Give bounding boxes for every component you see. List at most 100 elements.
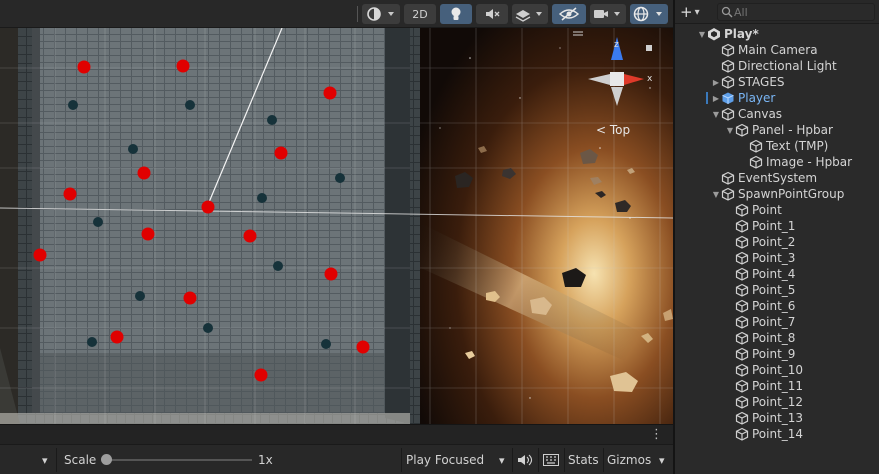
stats-button[interactable]: Stats	[568, 445, 599, 474]
scale-slider-handle[interactable]	[101, 454, 112, 465]
hierarchy-item[interactable]: Point_10	[675, 362, 879, 378]
hierarchy-item-label: Directional Light	[738, 59, 837, 73]
hierarchy-item-label: Point_3	[752, 251, 796, 265]
hierarchy-tree: ▼ Play* Main Camera Directional Light ▶ STAGE…	[675, 24, 879, 474]
expand-arrow-icon[interactable]: ▼	[697, 30, 707, 39]
hierarchy-item[interactable]: ▼ Play*	[675, 26, 879, 42]
game-view-toolbar: ▾ Scale 1x Play Focused ▾ Stats Gizmos ▾	[0, 444, 673, 474]
gameobject-cube-icon	[721, 171, 735, 185]
more-options-icon[interactable]: ⋮	[650, 427, 663, 442]
display-dropdown[interactable]: ▾	[0, 445, 56, 474]
gameobject-cube-icon	[735, 219, 749, 233]
gizmos-dropdown-scene[interactable]	[630, 4, 668, 24]
scale-label: Scale	[64, 453, 97, 467]
hierarchy-item[interactable]: Point_6	[675, 298, 879, 314]
hierarchy-search-field[interactable]	[717, 3, 875, 21]
gameobject-cube-icon	[735, 331, 749, 345]
scene-visibility-toggle[interactable]	[552, 4, 586, 24]
hierarchy-item[interactable]: ▶ Player	[675, 90, 879, 106]
expand-arrow-icon[interactable]: ▼	[711, 190, 721, 199]
hierarchy-item-label: Point	[752, 203, 782, 217]
hierarchy-item[interactable]: Point	[675, 202, 879, 218]
hierarchy-item[interactable]: ▼ Panel - Hpbar	[675, 122, 879, 138]
collapse-arrow-icon[interactable]: ▶	[711, 94, 721, 103]
hierarchy-item[interactable]: ▼ SpawnPointGroup	[675, 186, 879, 202]
mute-audio-button[interactable]	[517, 445, 535, 474]
hierarchy-item[interactable]: Point_5	[675, 282, 879, 298]
hierarchy-item[interactable]: Point_12	[675, 394, 879, 410]
hierarchy-item[interactable]: Point_11	[675, 378, 879, 394]
hierarchy-item-label: Point_11	[752, 379, 804, 393]
hierarchy-item-label: Player	[738, 91, 776, 105]
camera-icon	[594, 10, 620, 18]
hierarchy-item-label: Point_4	[752, 267, 796, 281]
hierarchy-item[interactable]: Image - Hpbar	[675, 154, 879, 170]
hierarchy-item[interactable]: Text (TMP)	[675, 138, 879, 154]
effects-dropdown[interactable]	[512, 4, 548, 24]
gameobject-cube-icon	[735, 123, 749, 137]
hierarchy-item[interactable]: Main Camera	[675, 42, 879, 58]
arena-floor	[40, 28, 385, 353]
draw-mode-button[interactable]	[362, 4, 400, 24]
hierarchy-item-label: Canvas	[738, 107, 783, 121]
hierarchy-item[interactable]: Point_7	[675, 314, 879, 330]
hierarchy-item-label: Point_6	[752, 299, 796, 313]
hierarchy-item-label: Text (TMP)	[766, 139, 829, 153]
hierarchy-item-label: Point_13	[752, 411, 804, 425]
prefab-cube-icon	[721, 91, 735, 105]
scene-viewport[interactable]: z x < Top	[0, 28, 673, 424]
mode-2d-toggle[interactable]: 2D	[404, 4, 436, 24]
hierarchy-item-label: Play*	[724, 27, 759, 41]
chevron-down-icon: ▾	[499, 453, 505, 467]
hierarchy-item[interactable]: Point_4	[675, 266, 879, 282]
gameobject-cube-icon	[735, 315, 749, 329]
hierarchy-item[interactable]: EventSystem	[675, 170, 879, 186]
hierarchy-item[interactable]: Point_8	[675, 330, 879, 346]
hierarchy-item[interactable]: Point_13	[675, 410, 879, 426]
scene-view-panel: 2D z x < Top ⋮ ▾ Scale 1x Play Focused ▾…	[0, 0, 673, 474]
gameobject-cube-icon	[735, 267, 749, 281]
gizmos-dropdown[interactable]: Gizmos ▾	[607, 445, 669, 474]
visibility-eye-icon	[559, 7, 579, 21]
orientation-gizmo[interactable]: z x < Top	[568, 28, 668, 148]
hierarchy-item-label: Point_12	[752, 395, 804, 409]
hierarchy-item[interactable]: Point_3	[675, 250, 879, 266]
hierarchy-item-label: SpawnPointGroup	[738, 187, 845, 201]
toolbar-divider	[401, 448, 402, 472]
add-icon: +	[680, 3, 693, 21]
scale-slider-track[interactable]	[104, 459, 252, 461]
toolbar-divider	[56, 448, 57, 472]
scene-toolbar: 2D	[0, 0, 673, 28]
play-mode-dropdown[interactable]: Play Focused ▾	[406, 445, 512, 474]
scene-lighting-toggle[interactable]	[440, 4, 472, 24]
gameobject-cube-icon	[721, 107, 735, 121]
shading-mode-icon	[367, 7, 394, 21]
hierarchy-item[interactable]: Point_14	[675, 426, 879, 442]
gameobject-cube-icon	[735, 379, 749, 393]
expand-arrow-icon[interactable]: ▼	[725, 126, 735, 135]
layers-effects-icon	[515, 10, 542, 22]
camera-settings-dropdown[interactable]	[590, 4, 626, 24]
shortcuts-button[interactable]	[543, 445, 561, 474]
audio-toggle[interactable]	[476, 4, 508, 24]
collapse-arrow-icon[interactable]: ▶	[711, 78, 721, 87]
hierarchy-item[interactable]: ▼ Canvas	[675, 106, 879, 122]
hierarchy-item-label: STAGES	[738, 75, 785, 89]
hierarchy-item[interactable]: Point_1	[675, 218, 879, 234]
gameobject-cube-icon	[735, 299, 749, 313]
search-icon	[721, 6, 733, 18]
gameobject-cube-icon	[721, 43, 735, 57]
hierarchy-item-label: Point_2	[752, 235, 796, 249]
hierarchy-item[interactable]: Directional Light	[675, 58, 879, 74]
game-view-tab-strip: ⋮	[0, 424, 673, 444]
search-input[interactable]	[734, 4, 872, 20]
create-dropdown[interactable]: + ▾	[680, 2, 700, 22]
view-label[interactable]: < Top	[596, 123, 630, 137]
hierarchy-item-label: EventSystem	[738, 171, 818, 185]
expand-arrow-icon[interactable]: ▼	[711, 110, 721, 119]
hierarchy-item[interactable]: Point_9	[675, 346, 879, 362]
gameobject-cube-icon	[749, 139, 763, 153]
hierarchy-item-label: Point_8	[752, 331, 796, 345]
hierarchy-item[interactable]: Point_2	[675, 234, 879, 250]
hierarchy-item[interactable]: ▶ STAGES	[675, 74, 879, 90]
